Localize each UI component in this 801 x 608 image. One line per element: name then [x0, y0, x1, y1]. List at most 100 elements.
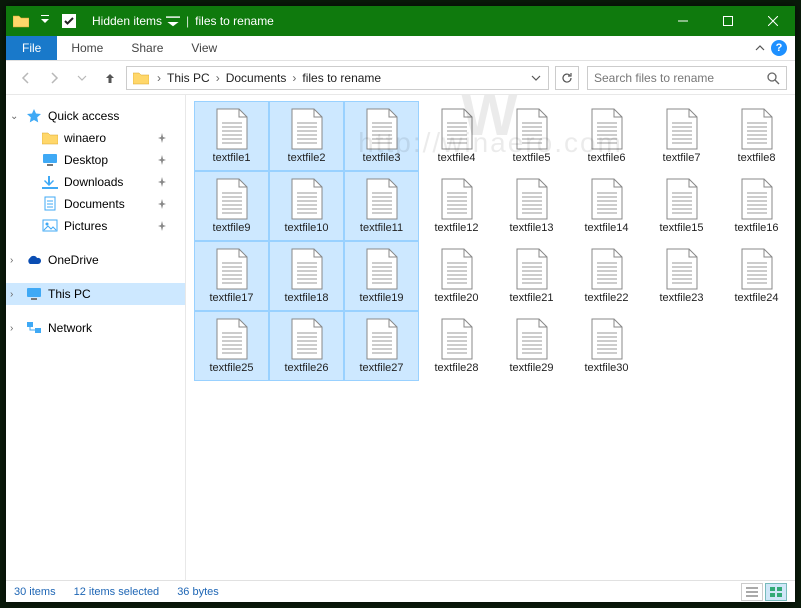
status-bar: 30 items 12 items selected 36 bytes [6, 580, 795, 602]
sidebar-quick-access[interactable]: ⌄ Quick access [6, 105, 185, 127]
refresh-button[interactable] [555, 66, 579, 90]
folder-icon [133, 71, 149, 85]
back-button[interactable] [14, 66, 38, 90]
crumb-sep-icon[interactable]: › [153, 71, 165, 85]
file-item[interactable]: textfile28 [419, 311, 494, 381]
sidebar-item-label: Documents [64, 197, 125, 211]
file-name: textfile16 [734, 222, 778, 234]
file-item[interactable]: textfile21 [494, 241, 569, 311]
status-size: 36 bytes [177, 586, 219, 598]
file-item[interactable]: textfile13 [494, 171, 569, 241]
file-item[interactable]: textfile5 [494, 101, 569, 171]
file-item[interactable]: textfile27 [344, 311, 419, 381]
file-item[interactable]: textfile8 [719, 101, 794, 171]
search-box[interactable]: Search files to rename [587, 66, 787, 90]
up-button[interactable] [98, 66, 122, 90]
chevron-right-icon[interactable]: › [10, 289, 20, 300]
qat-dropdown-icon[interactable] [34, 10, 56, 32]
file-item[interactable]: textfile25 [194, 311, 269, 381]
details-view-button[interactable] [741, 583, 763, 601]
sidebar-item-label: Network [48, 321, 92, 335]
sidebar-network[interactable]: › Network [6, 317, 185, 339]
crumb-sep-icon[interactable]: › [288, 71, 300, 85]
sidebar-this-pc[interactable]: › This PC [6, 283, 185, 305]
tab-share[interactable]: Share [117, 36, 177, 60]
text-file-icon [215, 318, 249, 360]
file-item[interactable]: textfile26 [269, 311, 344, 381]
help-button[interactable]: ? [771, 40, 787, 56]
file-name: textfile18 [284, 292, 328, 304]
checkbox-hidden-items[interactable] [58, 10, 80, 32]
view-switch [741, 583, 787, 601]
file-item[interactable]: textfile29 [494, 311, 569, 381]
file-item[interactable]: textfile16 [719, 171, 794, 241]
file-item[interactable]: textfile17 [194, 241, 269, 311]
minimize-button[interactable] [660, 6, 705, 36]
recent-dropdown[interactable] [70, 66, 94, 90]
sidebar-item-pictures[interactable]: Pictures [6, 215, 185, 237]
file-name: textfile10 [284, 222, 328, 234]
file-item[interactable]: textfile24 [719, 241, 794, 311]
sidebar-item-documents[interactable]: Documents [6, 193, 185, 215]
file-item[interactable]: textfile4 [419, 101, 494, 171]
hidden-items-dropdown-icon[interactable] [166, 15, 180, 29]
tab-home[interactable]: Home [57, 36, 117, 60]
pin-icon [157, 155, 167, 165]
file-tab-label: File [22, 41, 41, 55]
file-item[interactable]: textfile14 [569, 171, 644, 241]
network-icon [26, 320, 42, 336]
file-item[interactable]: textfile18 [269, 241, 344, 311]
address-dropdown[interactable] [526, 73, 546, 83]
forward-button[interactable] [42, 66, 66, 90]
file-item[interactable]: textfile30 [569, 311, 644, 381]
sidebar-onedrive[interactable]: › OneDrive [6, 249, 185, 271]
body: ⌄ Quick access winaeroDesktopDownloads Do… [6, 95, 795, 580]
text-file-icon [440, 318, 474, 360]
file-item[interactable]: textfile10 [269, 171, 344, 241]
maximize-button[interactable] [705, 6, 750, 36]
address-bar[interactable]: › This PC › Documents › files to rename [126, 66, 549, 90]
file-tab[interactable]: File [6, 36, 57, 60]
file-item[interactable]: textfile6 [569, 101, 644, 171]
file-pane[interactable]: W http://winaero.com textfile1textfile2t… [186, 95, 795, 580]
crumb-sep-icon[interactable]: › [212, 71, 224, 85]
chevron-right-icon[interactable]: › [10, 255, 20, 266]
file-name: textfile24 [734, 292, 778, 304]
file-item[interactable]: textfile20 [419, 241, 494, 311]
text-file-icon [365, 178, 399, 220]
crumb-this-pc[interactable]: This PC [165, 71, 212, 85]
text-file-icon [440, 248, 474, 290]
file-item[interactable]: textfile1 [194, 101, 269, 171]
file-item[interactable]: textfile2 [269, 101, 344, 171]
icons-view-button[interactable] [765, 583, 787, 601]
sidebar-item-downloads[interactable]: Downloads [6, 171, 185, 193]
file-name: textfile6 [588, 152, 626, 164]
file-name: textfile29 [509, 362, 553, 374]
ribbon-expand-icon[interactable] [755, 43, 765, 53]
tab-view[interactable]: View [177, 36, 231, 60]
file-item[interactable]: textfile3 [344, 101, 419, 171]
crumb-current[interactable]: files to rename [300, 71, 383, 85]
chevron-right-icon[interactable]: › [10, 323, 20, 334]
text-file-icon [590, 248, 624, 290]
file-item[interactable]: textfile9 [194, 171, 269, 241]
quick-access-toolbar [6, 6, 86, 36]
file-item[interactable]: textfile15 [644, 171, 719, 241]
file-item[interactable]: textfile19 [344, 241, 419, 311]
file-item[interactable]: textfile22 [569, 241, 644, 311]
file-name: textfile28 [434, 362, 478, 374]
hidden-items-label[interactable]: Hidden items [92, 14, 162, 28]
close-button[interactable] [750, 6, 795, 36]
tab-label: View [191, 41, 217, 55]
crumb-documents[interactable]: Documents [224, 71, 289, 85]
pin-icon [157, 221, 167, 231]
text-file-icon [515, 178, 549, 220]
file-item[interactable]: textfile23 [644, 241, 719, 311]
file-item[interactable]: textfile12 [419, 171, 494, 241]
sidebar-item-winaero[interactable]: winaero [6, 127, 185, 149]
file-item[interactable]: textfile7 [644, 101, 719, 171]
file-grid: textfile1textfile2textfile3textfile4text… [186, 95, 795, 387]
file-item[interactable]: textfile11 [344, 171, 419, 241]
chevron-down-icon[interactable]: ⌄ [10, 111, 20, 122]
sidebar-item-desktop[interactable]: Desktop [6, 149, 185, 171]
